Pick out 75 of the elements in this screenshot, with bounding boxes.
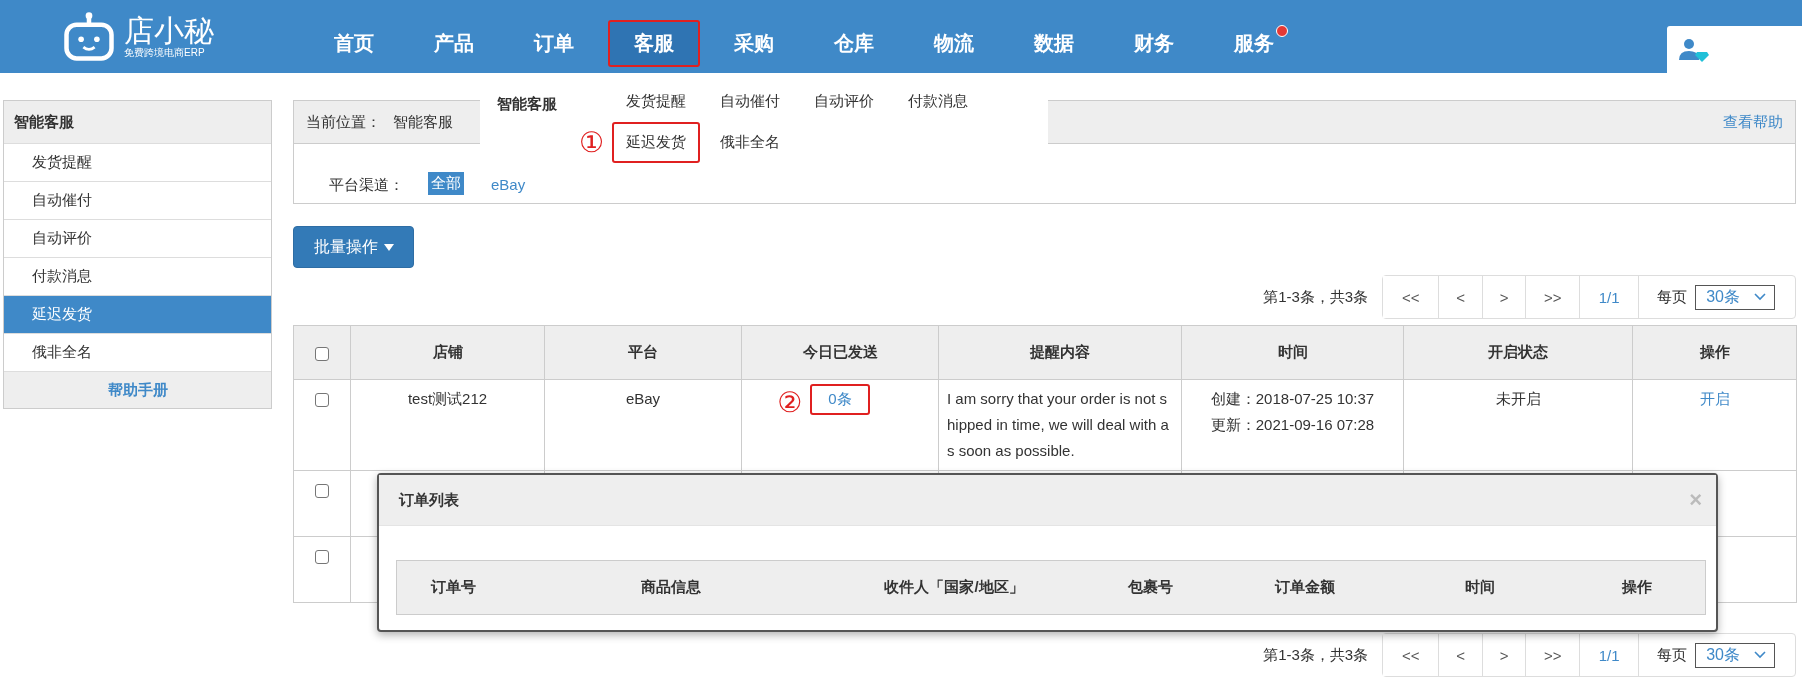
sidebar-item[interactable]: 自动催付 [4,182,271,220]
column-header: 时间 [1181,325,1404,380]
nav-item[interactable]: 首页 [308,20,400,67]
per-page-label: 每页 [1657,287,1688,307]
nav-item[interactable]: 数据 [1008,20,1100,67]
column-header: 订单号 [429,578,477,597]
column-header: 商品信息 [640,578,702,597]
platform-option[interactable]: eBay [488,174,529,195]
breadcrumb-label: 当前位置： [306,112,381,132]
menu-item[interactable]: 延迟发货 [612,122,700,163]
platform-option[interactable]: 全部 [428,172,464,195]
checkbox[interactable] [315,550,329,565]
menu-title: 智能客服 [497,93,558,114]
sidebar-item[interactable]: 自动评价 [4,220,271,258]
menu-item[interactable]: 自动评价 [800,81,888,122]
sidebar-title: 智能客服 [4,101,271,144]
step-marker: ① [578,127,604,158]
menu-item[interactable]: 付款消息 [894,81,982,122]
filter-label: 平台渠道： [329,176,404,195]
created-time: 创建：2018-07-25 10:37 [1209,389,1376,409]
batch-actions-button[interactable]: 批量操作 [293,226,414,268]
dialog-title: 订单列表 [399,490,459,510]
column-header: 今日已发送 [741,325,939,380]
column-header: 平台 [544,325,742,380]
per-page-select[interactable]: 30条 [1695,284,1775,310]
help-link[interactable]: 查看帮助 [1723,112,1783,132]
checkbox[interactable] [315,347,329,361]
chevron-down-icon [1754,293,1766,301]
per-page-label: 每页 [1657,645,1688,665]
nav-item[interactable]: 产品 [408,20,500,67]
message-text: I am sorry that your order is not shipped in time, we will deal with as soon as possible. [938,379,1182,471]
page-button[interactable]: << [1383,634,1440,676]
nav-item[interactable]: 财务 [1108,20,1200,67]
caret-icon [383,243,394,251]
user-panel[interactable] [1667,26,1802,73]
column-header: 店铺 [350,325,545,380]
user-icon [1679,37,1709,62]
breadcrumb-item[interactable]: 智能客服 [393,112,453,132]
nav-item[interactable]: 服务 [1208,20,1300,67]
sidebar-item[interactable]: 发货提醒 [4,144,271,182]
menu-item[interactable]: 自动催付 [706,81,794,122]
nav-item[interactable]: 仓库 [808,20,900,67]
checkbox[interactable] [315,484,329,499]
column-header: 操作 [1621,578,1653,597]
menu-item[interactable]: 发货提醒 [612,81,700,122]
page-button[interactable]: << [1383,276,1440,318]
robot-icon [62,10,116,63]
step-marker: ② [777,387,803,418]
column-header: 时间 [1464,578,1496,597]
record-summary: 第1-3条，共3条 [1263,645,1369,665]
logo-name: 店小秘 [124,14,214,47]
sidebar-item[interactable]: 延迟发货 [4,296,271,334]
chevron-down-icon [1754,651,1766,659]
nav-item[interactable]: 物流 [908,20,1000,67]
help-manual-link[interactable]: 帮助手册 [4,372,271,408]
updated-time: 更新：2021-09-16 07:28 [1209,415,1376,435]
column-header: 提醒内容 [938,325,1182,380]
column-header: 开启状态 [1403,325,1633,380]
menu-item[interactable]: 俄非全名 [706,122,794,163]
table-cell: test测试212 [350,379,545,471]
enable-link[interactable]: 开启 [1699,390,1730,407]
table-cell: eBay [544,379,742,471]
column-header: 订单金额 [1273,578,1336,597]
column-header: 收件人「国家/地区」 [883,578,1025,597]
per-page-select[interactable]: 30条 [1695,642,1775,668]
checkbox[interactable] [315,393,329,408]
record-summary: 第1-3条，共3条 [1263,287,1369,307]
status-text: 未开启 [1403,379,1633,471]
sent-count-link[interactable]: 0条 [810,384,870,415]
nav-item[interactable]: 客服 [608,20,700,67]
nav-item[interactable]: 订单 [508,20,600,67]
nav-item[interactable]: 采购 [708,20,800,67]
column-header: 操作 [1632,325,1797,380]
column-header: 包裹号 [1126,578,1174,597]
logo-tagline: 免费跨境电商ERP [124,46,206,59]
